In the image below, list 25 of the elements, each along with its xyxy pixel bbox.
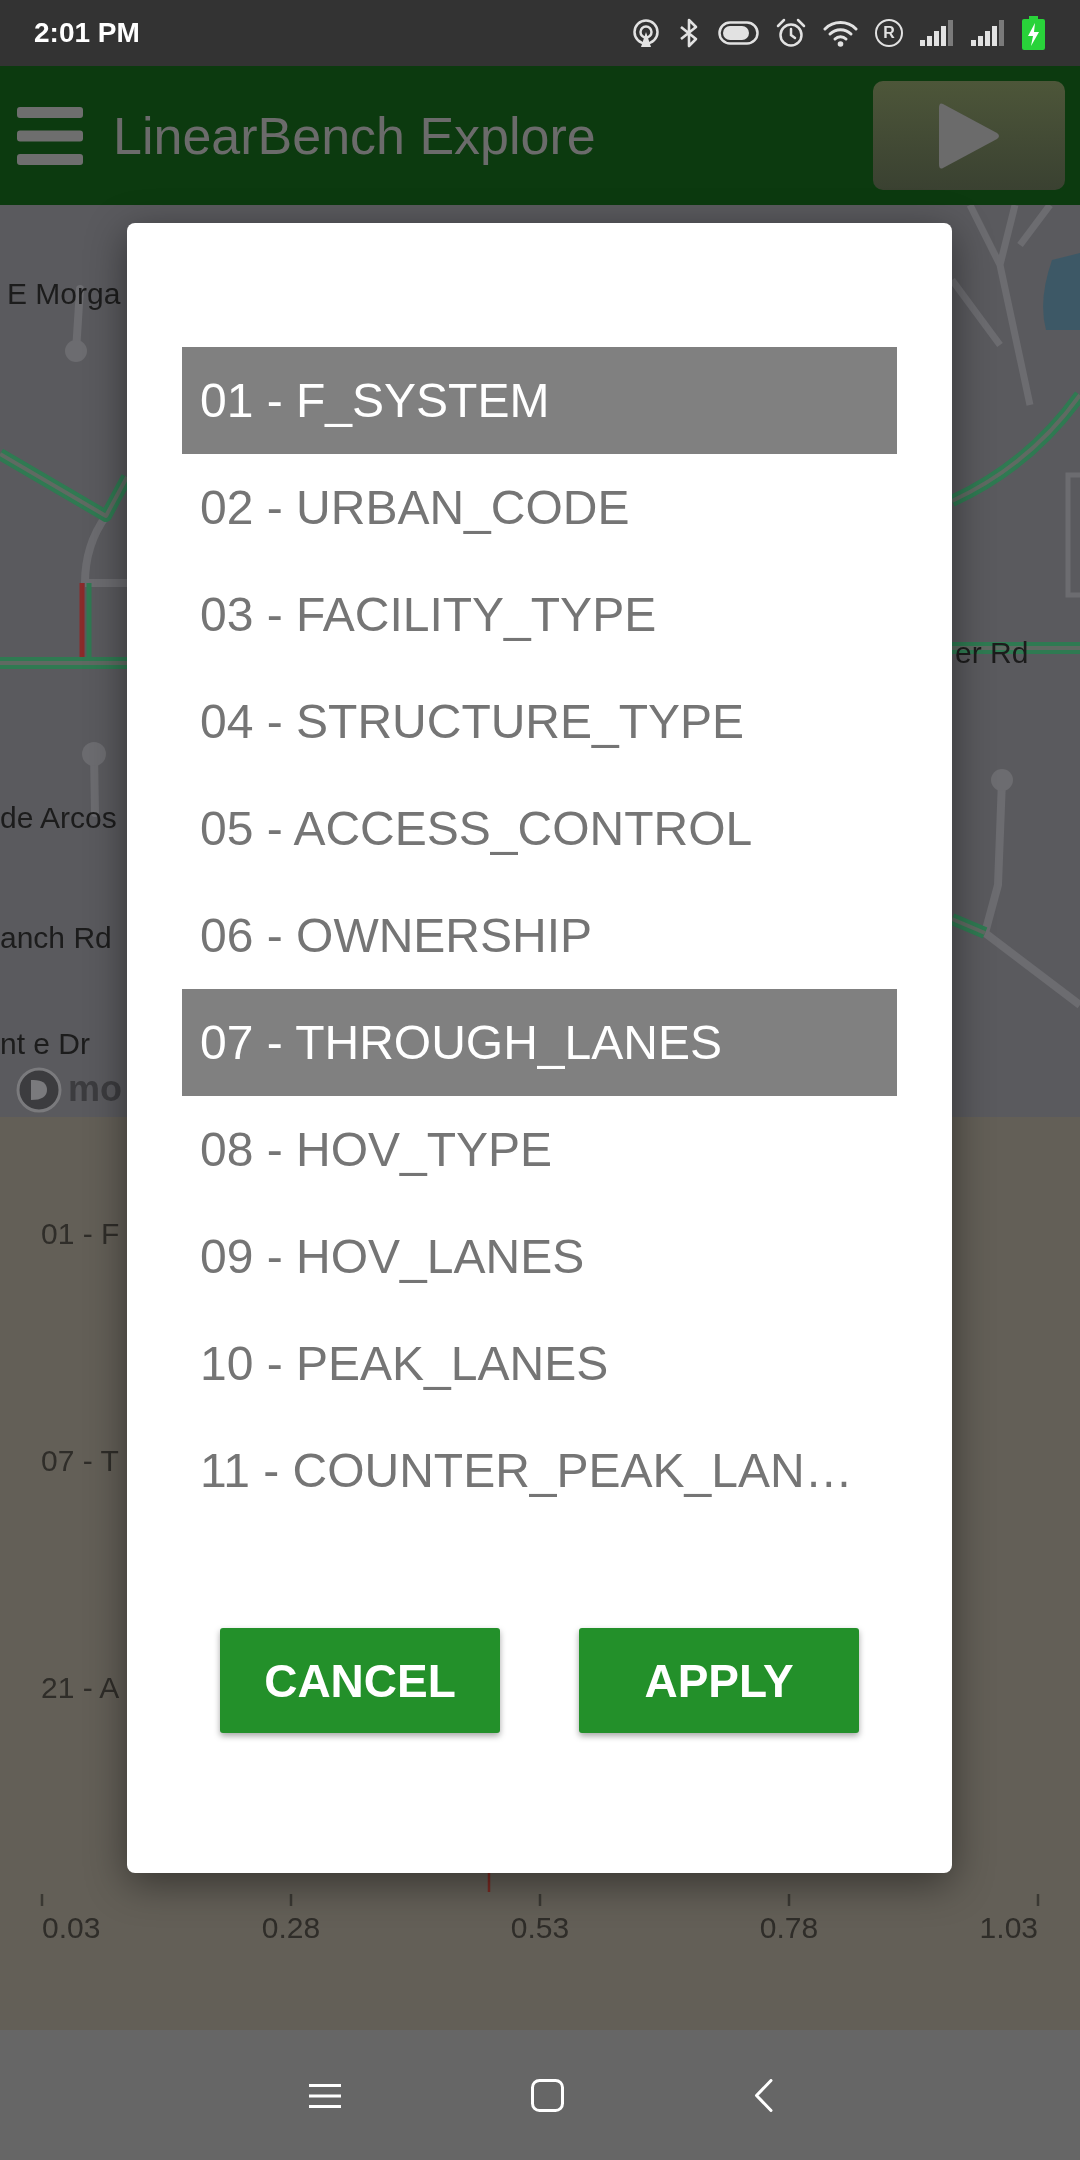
app-title: LinearBench Explore bbox=[113, 105, 596, 166]
menu-icon[interactable] bbox=[309, 2083, 341, 2108]
signal-icon bbox=[971, 20, 1005, 46]
map-label: nt e Dr bbox=[0, 1027, 91, 1061]
hotspot-icon bbox=[632, 19, 660, 47]
list-item[interactable]: 07 - THROUGH_LANES bbox=[182, 989, 897, 1096]
map-label: de Arcos bbox=[0, 801, 117, 835]
wifi-icon bbox=[823, 19, 858, 47]
back-icon[interactable] bbox=[754, 2079, 773, 2112]
map-label: E Morga bbox=[7, 277, 121, 311]
cancel-button[interactable]: CANCEL bbox=[220, 1628, 500, 1733]
alarm-icon bbox=[776, 18, 806, 48]
list-item[interactable]: 01 - F_SYSTEM bbox=[182, 347, 897, 454]
toggle-icon bbox=[718, 21, 759, 45]
map-label: anch Rd bbox=[0, 921, 112, 955]
menu-icon[interactable] bbox=[17, 106, 83, 165]
roaming-indicator: R bbox=[875, 19, 903, 47]
home-icon[interactable] bbox=[531, 2079, 564, 2112]
logo-icon bbox=[16, 1067, 62, 1113]
battery-charging-icon bbox=[1022, 16, 1045, 50]
map-label: er Rd bbox=[955, 636, 1029, 670]
signal-icon bbox=[920, 20, 954, 46]
marker-line bbox=[487, 1872, 491, 1892]
clock-time: 2:01 PM bbox=[34, 17, 140, 49]
apply-button[interactable]: APPLY bbox=[579, 1628, 859, 1733]
